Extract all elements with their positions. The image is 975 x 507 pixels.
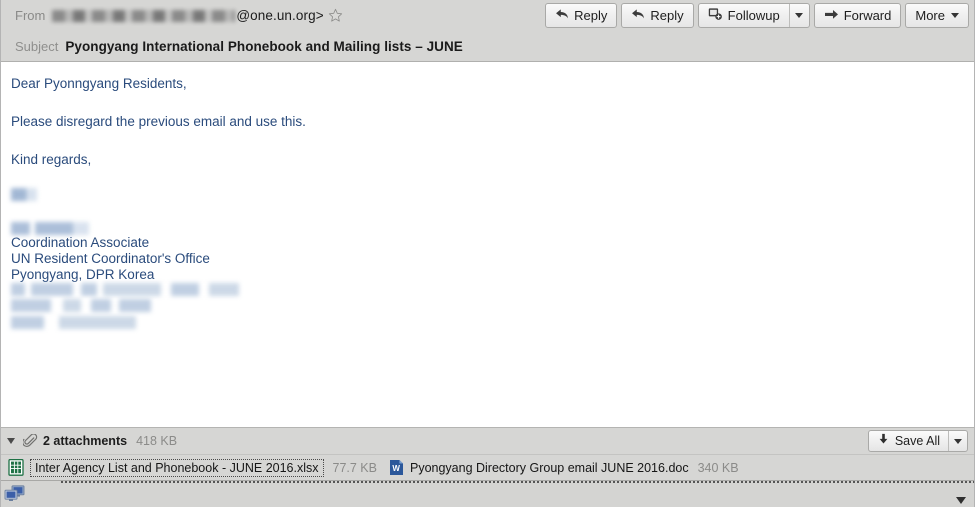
chevron-down-icon[interactable] bbox=[956, 497, 966, 504]
save-all-label: Save All bbox=[894, 434, 940, 448]
reply-all-button-label: Reply bbox=[650, 8, 684, 23]
more-button[interactable]: More bbox=[905, 3, 969, 28]
redacted-sender-name bbox=[52, 9, 236, 22]
reply-all-button[interactable]: Reply bbox=[621, 3, 694, 28]
chevron-down-icon bbox=[951, 13, 959, 18]
signature-location: Pyongyang, DPR Korea bbox=[11, 267, 155, 282]
reply-arrow-icon bbox=[631, 8, 645, 24]
attachment-pane: 2 attachments 418 KB Save All Inter Agen… bbox=[1, 427, 974, 480]
save-all-dropdown-toggle[interactable] bbox=[949, 431, 967, 451]
body-paragraph: Please disregard the previous email and … bbox=[11, 114, 306, 129]
body-greeting: Dear Pyonngyang Residents, bbox=[11, 76, 187, 91]
followup-button-group: Followup bbox=[697, 3, 810, 28]
chevron-down-glyph bbox=[956, 497, 966, 504]
chevron-down-icon bbox=[954, 438, 962, 444]
excel-file-icon bbox=[8, 459, 24, 476]
forward-button-label: Forward bbox=[843, 8, 892, 23]
signature-office: UN Resident Coordinator's Office bbox=[11, 251, 210, 266]
followup-flag-icon bbox=[708, 7, 723, 24]
subject-value: Pyongyang International Phonebook and Ma… bbox=[65, 39, 463, 54]
download-arrow-icon bbox=[877, 433, 890, 449]
followup-dropdown-toggle[interactable] bbox=[790, 4, 809, 27]
attachment-name: Inter Agency List and Phonebook - JUNE 2… bbox=[30, 458, 324, 477]
attachment-total-size: 418 KB bbox=[136, 434, 178, 448]
attachment-summary-row: 2 attachments 418 KB Save All bbox=[1, 428, 974, 454]
svg-text:W: W bbox=[392, 464, 400, 473]
signature-block: Coordination Associate UN Resident Coord… bbox=[11, 188, 964, 329]
save-all-button[interactable]: Save All bbox=[869, 431, 949, 451]
connection-monitors-icon[interactable] bbox=[4, 485, 26, 504]
chevron-down-icon bbox=[795, 13, 804, 18]
redacted-signature-name bbox=[11, 222, 89, 235]
attachment-size: 77.7 KB bbox=[332, 460, 377, 475]
reply-button[interactable]: Reply bbox=[545, 3, 618, 28]
followup-button-label: Followup bbox=[727, 8, 780, 23]
message-body[interactable]: Dear Pyonngyang Residents, Please disreg… bbox=[1, 62, 974, 427]
from-value[interactable]: @one.un.org> bbox=[52, 8, 342, 23]
attachment-name: Pyongyang Directory Group email JUNE 201… bbox=[409, 460, 689, 475]
reply-arrow-icon bbox=[555, 8, 569, 24]
status-bar bbox=[1, 480, 974, 507]
attachment-count-label: 2 attachments bbox=[43, 434, 128, 448]
save-all-button-group: Save All bbox=[867, 430, 968, 452]
forward-arrow-icon bbox=[824, 8, 839, 24]
attachment-size: 340 KB bbox=[697, 460, 739, 475]
attachment-item-xlsx[interactable]: Inter Agency List and Phonebook - JUNE 2… bbox=[4, 457, 381, 479]
message-header: From @one.un.org> Subject Pyongyang Inte… bbox=[1, 0, 974, 62]
attachment-item-doc[interactable]: W Pyongyang Directory Group email JUNE 2… bbox=[385, 457, 743, 479]
word-file-icon: W bbox=[389, 459, 404, 476]
redacted-contact-line-2 bbox=[11, 299, 151, 312]
paperclip-icon bbox=[23, 434, 38, 448]
reply-button-label: Reply bbox=[574, 8, 608, 23]
followup-button[interactable]: Followup bbox=[699, 4, 790, 27]
body-closing: Kind regards, bbox=[11, 152, 92, 167]
subject-label: Subject bbox=[15, 39, 59, 54]
sender-address: @one.un.org> bbox=[236, 8, 324, 23]
from-label: From bbox=[15, 8, 46, 23]
subject-row: Subject Pyongyang International Phoneboo… bbox=[1, 31, 974, 62]
triangle-down-icon[interactable] bbox=[7, 438, 15, 444]
more-button-label: More bbox=[915, 8, 945, 23]
message-toolbar: Reply Reply Followup Forward More bbox=[545, 3, 969, 28]
attachment-list: Inter Agency List and Phonebook - JUNE 2… bbox=[1, 454, 974, 480]
signature-title: Coordination Associate bbox=[11, 235, 150, 250]
star-outline-icon[interactable] bbox=[328, 8, 343, 23]
redacted-contact-line-3 bbox=[11, 316, 136, 329]
message-reader-window: From @one.un.org> Subject Pyongyang Inte… bbox=[0, 0, 975, 507]
redacted-signature-initials bbox=[11, 188, 37, 201]
signature-spacer bbox=[11, 201, 964, 222]
redacted-contact-line-1 bbox=[11, 283, 239, 296]
status-bar-dotted-divider bbox=[61, 481, 974, 483]
forward-button[interactable]: Forward bbox=[813, 3, 902, 28]
